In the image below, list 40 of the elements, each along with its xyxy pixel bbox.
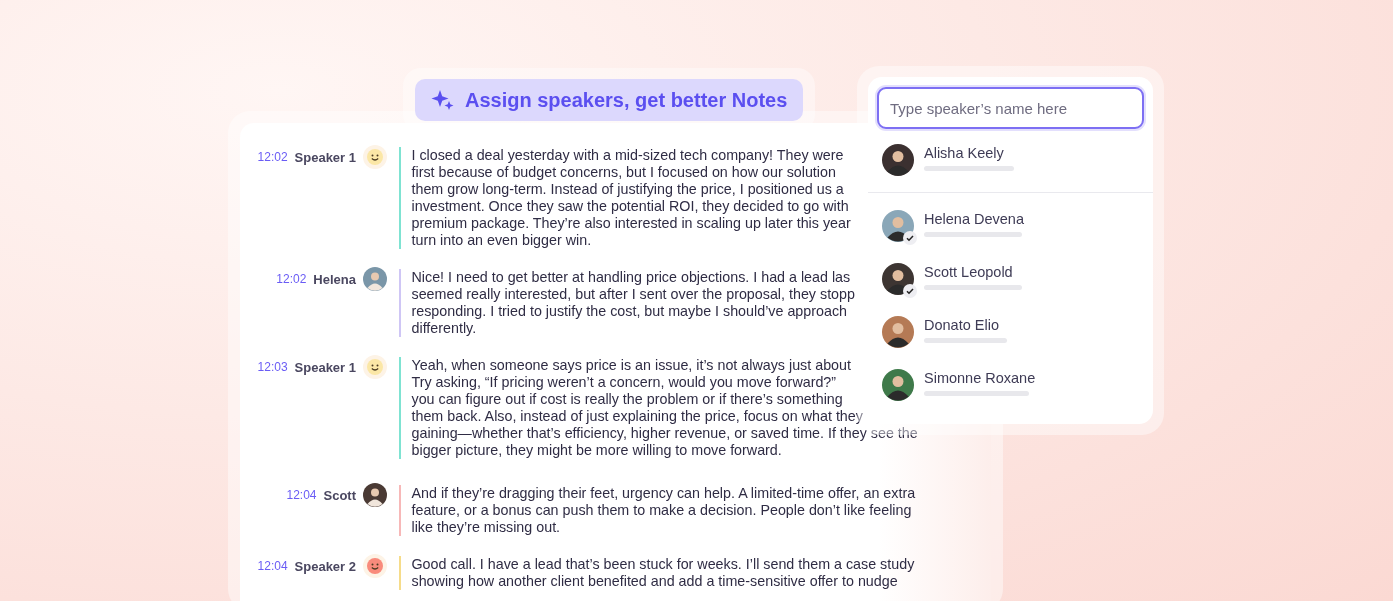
- timestamp: 12:04: [257, 559, 288, 573]
- message-text: like they’re missing out.: [411, 519, 562, 536]
- message-text: gaining—whether that’s efficiency, higher revenue, or saved time. If they see the: [411, 425, 918, 442]
- message-text: first because of budget concerns, but I focused on how our solution: [411, 164, 837, 181]
- message-text: investment. Once they saw the potential ROI, they decided to go with: [411, 198, 850, 215]
- message-text: responding. I tried to justify the cost, but maybe I should’ve approach: [411, 303, 848, 320]
- timestamp: 12:02: [276, 272, 307, 286]
- speaker-name[interactable]: Speaker 2: [294, 558, 356, 574]
- timestamp: 12:03: [257, 360, 288, 374]
- speaker-option[interactable]: Helena Devena: [868, 199, 1153, 252]
- message-text: Try asking, “If pricing weren’t a concern, would you move forward?”: [411, 374, 838, 391]
- message-text: And if they’re dragging their feet, urgency can help. A limited-time offer, an extra: [411, 485, 916, 502]
- speaker-name[interactable]: Helena: [313, 271, 356, 287]
- message-text: them grow long-term. Instead of justifying the price, I positioned us a: [411, 181, 845, 198]
- assign-speakers-banner[interactable]: Assign speakers, get better Notes: [415, 79, 804, 121]
- timestamp: 12:04: [286, 488, 317, 502]
- message-text: Yeah, when someone says price is an issue, it’s not always just about: [411, 357, 852, 374]
- message-text: premium package. They’re also interested in scaling up later this year: [411, 215, 851, 232]
- speaker-option[interactable]: Alisha Keely: [868, 129, 1153, 191]
- message-text: turn into an even bigger win.: [411, 232, 593, 249]
- timestamp: 12:02: [257, 150, 288, 164]
- message-text: seemed really interested, but after I sent over the proposal, they stopp: [411, 286, 855, 303]
- banner-text: Assign speakers, get better Notes: [465, 88, 788, 112]
- message-text: showing how another client benefited and add a time-sensitive offer to nudge: [411, 573, 899, 590]
- message-text: feature, or a bonus can push them to make a decision. People don’t like feeling: [411, 502, 913, 519]
- speaker-option[interactable]: Scott Leopold: [868, 252, 1153, 305]
- speaker-option[interactable]: Simonne Roxane: [868, 358, 1153, 411]
- message-text: I closed a deal yesterday with a mid-sized tech company! They were: [411, 147, 845, 164]
- message-text: Good call. I have a lead that’s been stuck for weeks. I’ll send them a case study: [411, 556, 915, 573]
- message-text: Nice! I need to get better at handling price objections. I had a lead las: [411, 269, 852, 286]
- sparkle-icon: [431, 88, 455, 112]
- speaker-option[interactable]: Donato Elio: [868, 305, 1153, 358]
- speaker-name-field[interactable]: Type speaker’s name here: [877, 87, 1144, 129]
- message-text: bigger picture, they might be more willing to move forward.: [411, 442, 783, 459]
- message-text: them back. Also, instead of just explaining the price, focus on what they: [411, 408, 864, 425]
- speaker-name[interactable]: Scott: [323, 487, 356, 503]
- speaker-name[interactable]: Speaker 1: [294, 359, 356, 375]
- message-text: you can figure out if cost is really the problem or if there’s something: [411, 391, 844, 408]
- message-text: differently.: [411, 320, 478, 337]
- speaker-name[interactable]: Speaker 1: [294, 149, 356, 165]
